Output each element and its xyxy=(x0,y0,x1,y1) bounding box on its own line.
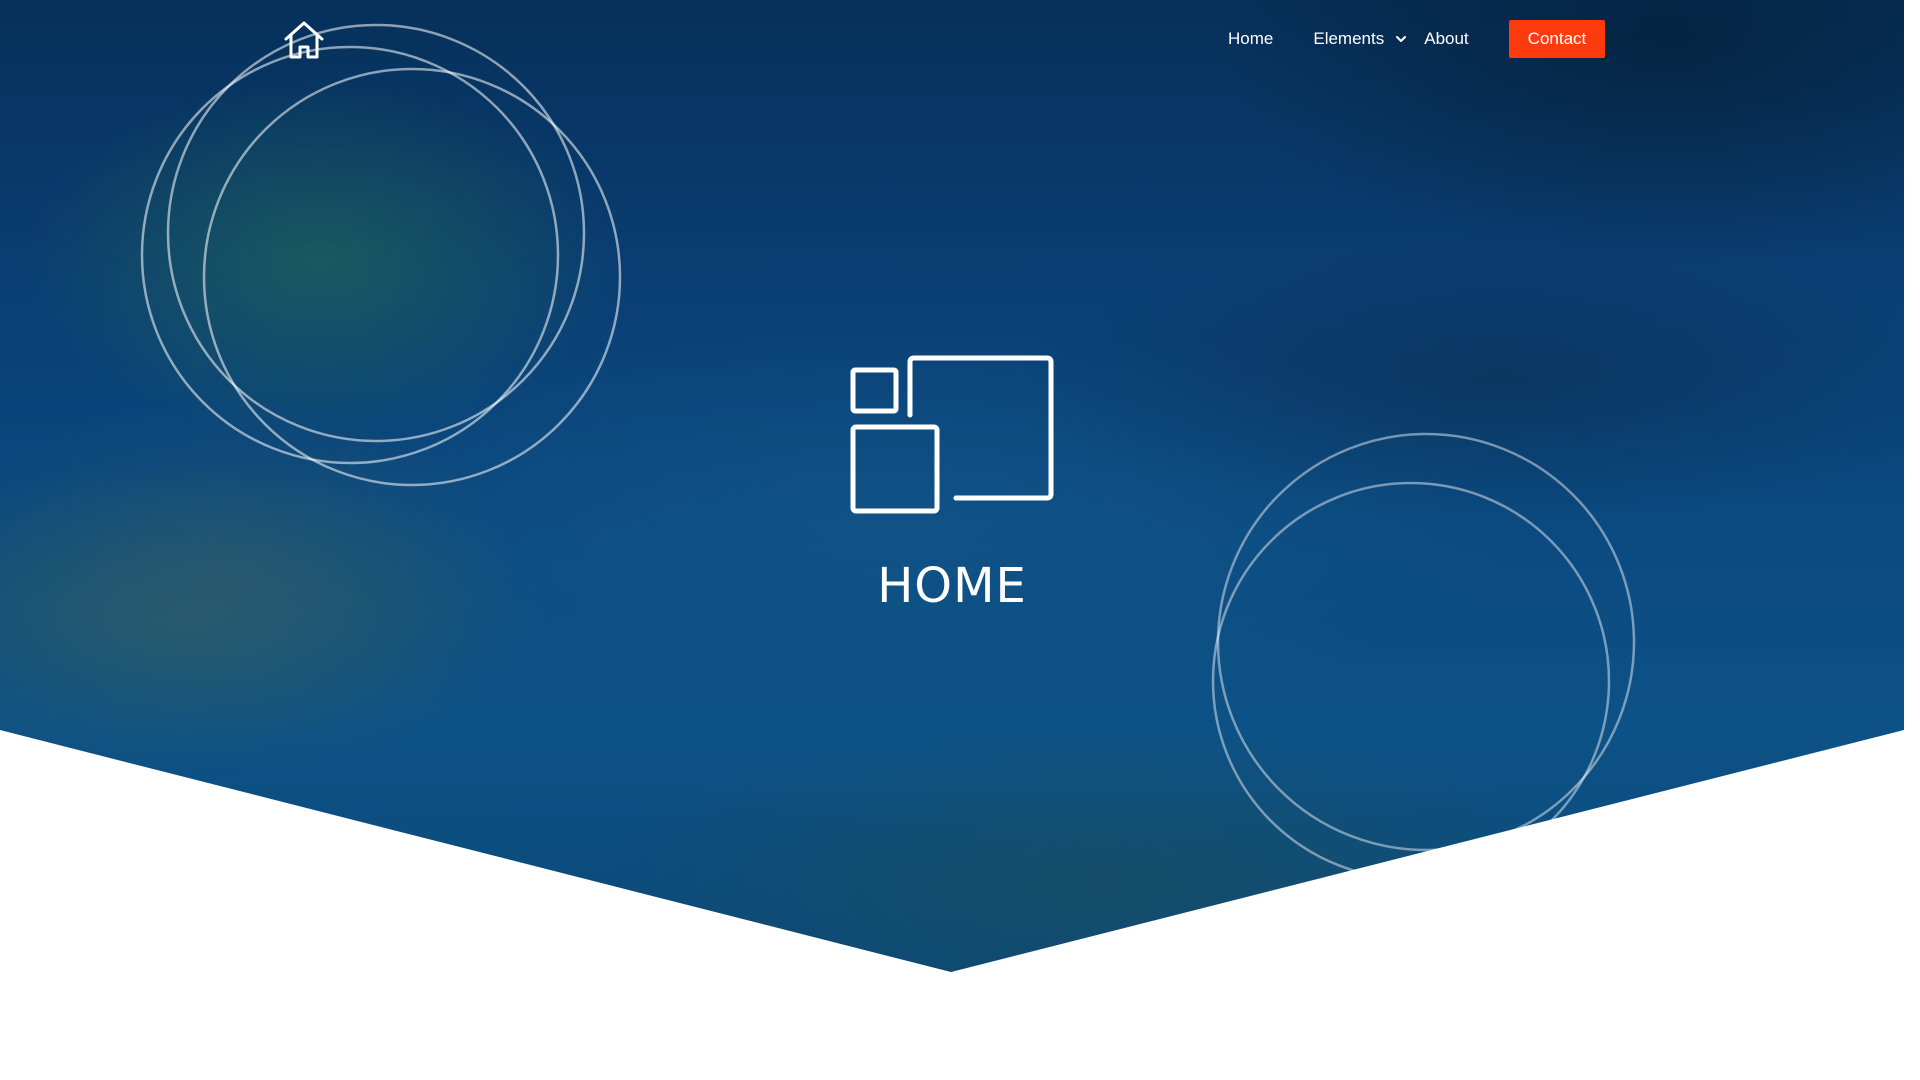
main-menu: Home Elements About Contact xyxy=(1228,20,1606,58)
page: Home Elements About Contact HOME xyxy=(0,0,1904,1080)
windows-layout-icon xyxy=(850,355,1054,514)
nav-item-label: About xyxy=(1424,29,1469,48)
nav-item-about[interactable]: About xyxy=(1424,20,1468,58)
nav-item-label: Elements xyxy=(1313,29,1385,48)
chevron-down-icon xyxy=(1396,36,1407,42)
home-logo[interactable] xyxy=(283,20,325,60)
house-icon xyxy=(284,21,324,59)
nav-item-elements[interactable]: Elements xyxy=(1313,20,1410,58)
contact-button[interactable]: Contact xyxy=(1508,20,1606,58)
top-navigation: Home Elements About Contact xyxy=(0,20,1904,60)
page-title: HOME xyxy=(877,558,1027,614)
hero-background-trees xyxy=(944,0,1904,420)
nav-item-home[interactable]: Home xyxy=(1228,20,1273,58)
nav-item-label: Home xyxy=(1228,29,1274,48)
